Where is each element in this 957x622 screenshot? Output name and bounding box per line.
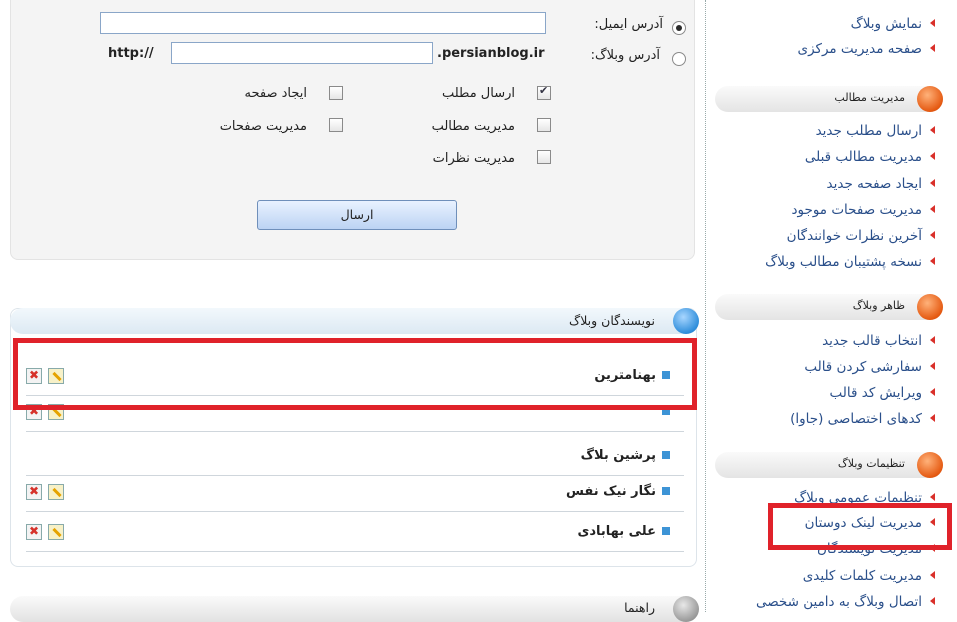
authors-panel-header: نویسندگان وبلاگ bbox=[10, 308, 699, 334]
arrow-icon bbox=[930, 571, 935, 579]
perm-create-page-checkbox[interactable] bbox=[329, 86, 343, 100]
sidebar-section-appearance-header: ظاهر وبلاگ bbox=[715, 294, 943, 320]
arrow-icon bbox=[930, 231, 935, 239]
perm-send-post-label: ارسال مطلب bbox=[441, 86, 515, 101]
sidebar-item-backup[interactable]: نسخه پشتیبان مطالب وبلاگ bbox=[765, 254, 935, 270]
section-bullet-icon bbox=[673, 308, 699, 334]
perm-manage-pages-label: مدیریت صفحات bbox=[219, 119, 307, 134]
sidebar-link-central-admin[interactable]: صفحه مدیریت مرکزی bbox=[798, 41, 935, 57]
sidebar-link-view-blog[interactable]: نمایش وبلاگ bbox=[851, 16, 935, 32]
delete-icon[interactable] bbox=[26, 524, 42, 540]
email-input[interactable] bbox=[100, 12, 546, 34]
sidebar-item-manage-keywords[interactable]: مدیریت کلمات کلیدی bbox=[803, 568, 935, 584]
bullet-icon bbox=[662, 527, 670, 535]
sidebar-item-personal-domain[interactable]: اتصال وبلاگ به دامین شخصی bbox=[756, 594, 935, 610]
arrow-icon bbox=[930, 126, 935, 134]
perm-manage-comments-label: مدیریت نظرات bbox=[432, 151, 515, 166]
arrow-icon bbox=[930, 179, 935, 187]
perm-manage-posts-label: مدیریت مطالب bbox=[431, 119, 515, 134]
arrow-icon bbox=[930, 597, 935, 605]
bullet-icon bbox=[662, 487, 670, 495]
sidebar-item-manage-posts[interactable]: مدیریت مطالب قبلی bbox=[805, 149, 935, 165]
section-bullet-icon bbox=[673, 596, 699, 622]
highlight-box-author-row bbox=[13, 338, 697, 410]
email-label: آدرس ایمیل: bbox=[594, 17, 663, 32]
sidebar-item-manage-pages[interactable]: مدیریت صفحات موجود bbox=[792, 202, 935, 218]
sidebar-item-new-page[interactable]: ایجاد صفحه جدید bbox=[827, 176, 935, 192]
blog-suffix: .persianblog.ir bbox=[437, 46, 545, 61]
section-bullet-icon bbox=[917, 452, 943, 478]
arrow-icon bbox=[930, 19, 935, 27]
delete-icon[interactable] bbox=[26, 484, 42, 500]
arrow-icon bbox=[930, 388, 935, 396]
perm-create-page-label: ایجاد صفحه bbox=[244, 86, 307, 101]
bullet-icon bbox=[662, 451, 670, 459]
table-row: علی بهابادی bbox=[26, 518, 684, 552]
sidebar-divider bbox=[705, 0, 706, 612]
submit-button[interactable]: ارسال bbox=[257, 200, 457, 230]
blog-label: آدرس وبلاگ: bbox=[590, 48, 660, 63]
arrow-icon bbox=[930, 44, 935, 52]
arrow-icon bbox=[930, 362, 935, 370]
highlight-box-friend-links bbox=[768, 503, 952, 550]
author-name: پرشین بلاگ bbox=[580, 448, 656, 463]
arrow-icon bbox=[930, 205, 935, 213]
blog-prefix: http:// bbox=[108, 46, 154, 61]
arrow-icon bbox=[930, 414, 935, 422]
email-radio[interactable] bbox=[672, 21, 686, 35]
perm-manage-posts-checkbox[interactable] bbox=[537, 118, 551, 132]
table-row: پرشین بلاگ bbox=[26, 442, 684, 476]
arrow-icon bbox=[930, 493, 935, 501]
sidebar-item-custom-codes[interactable]: کدهای اختصاصی (جاوا) bbox=[790, 411, 935, 427]
sidebar-section-posts-header: مدیریت مطالب bbox=[715, 86, 943, 112]
sidebar-item-customize-template[interactable]: سفارشی کردن قالب bbox=[804, 359, 935, 375]
edit-icon[interactable] bbox=[48, 524, 64, 540]
arrow-icon bbox=[930, 336, 935, 344]
author-name: نگار نیک نفس bbox=[566, 484, 656, 499]
perm-manage-comments-checkbox[interactable] bbox=[537, 150, 551, 164]
author-name: علی بهابادی bbox=[577, 524, 656, 539]
sidebar-item-edit-template-code[interactable]: ویرایش کد قالب bbox=[830, 385, 935, 401]
blog-radio[interactable] bbox=[672, 52, 686, 66]
edit-icon[interactable] bbox=[48, 484, 64, 500]
section-bullet-icon bbox=[917, 86, 943, 112]
section-bullet-icon bbox=[917, 294, 943, 320]
arrow-icon bbox=[930, 257, 935, 265]
perm-manage-pages-checkbox[interactable] bbox=[329, 118, 343, 132]
arrow-icon bbox=[930, 152, 935, 160]
sidebar-item-latest-comments[interactable]: آخرین نظرات خوانندگان bbox=[787, 228, 935, 244]
help-panel-header: راهنما bbox=[10, 596, 699, 622]
perm-send-post-checkbox[interactable] bbox=[537, 84, 551, 100]
table-row: نگار نیک نفس bbox=[26, 478, 684, 512]
sidebar-item-new-post[interactable]: ارسال مطلب جدید bbox=[816, 123, 935, 139]
sidebar-item-choose-template[interactable]: انتخاب قالب جدید bbox=[822, 333, 935, 349]
blog-address-input[interactable] bbox=[171, 42, 433, 64]
sidebar-section-settings-header: تنظیمات وبلاگ bbox=[715, 452, 943, 478]
